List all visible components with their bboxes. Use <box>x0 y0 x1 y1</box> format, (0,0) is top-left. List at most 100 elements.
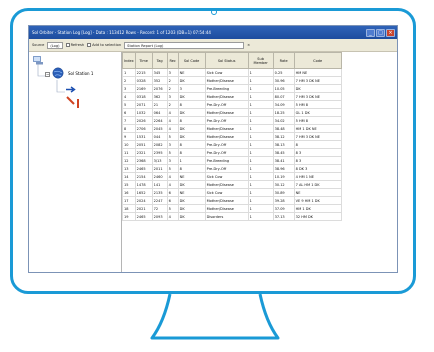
table-row[interactable]: 18 2021 72 5 DK Mother/Disease 1 37.09 HM 1 DK <box>122 204 342 213</box>
table-cell: 10.05 <box>272 84 295 93</box>
table-cell: 4 <box>166 108 179 117</box>
table-cell: 1 <box>247 84 274 93</box>
minimize-button[interactable]: _ <box>366 28 375 37</box>
table-cell: 21 <box>151 100 168 109</box>
column-header[interactable]: Rate <box>272 52 295 69</box>
table-row[interactable]: 16 1652 2135 6 NE Sick Cow 1 30.89 NE <box>122 188 342 197</box>
table-row[interactable]: 8 2706 2045 4 DK Mother/Disease 1 38.48 HM 1 DK … <box>122 124 342 133</box>
column-header[interactable]: Sol Status <box>204 52 249 69</box>
table-cell: Sick Cow <box>204 172 249 181</box>
table-cell: 32 HM DK <box>293 212 342 221</box>
table-row[interactable]: 5 2071 21 2 8 Pre-Dry-Off 1 34.09 5 HM 8 <box>122 100 342 109</box>
table-cell: 19 <box>122 212 136 221</box>
table-cell: DK <box>177 180 206 189</box>
table-cell: VE 9 HM 1 DK <box>293 196 342 205</box>
table-cell: 5 <box>166 204 179 213</box>
add-selection-toggle[interactable]: Add to selection <box>87 43 121 47</box>
table-cell: 4 <box>166 212 179 221</box>
table-cell: 3 <box>166 68 179 77</box>
table-cell: 38.96 <box>272 164 295 173</box>
table-cell: Pre-Breeding <box>204 84 249 93</box>
refresh-checkbox[interactable] <box>65 43 70 47</box>
column-header[interactable]: Rec <box>166 52 179 69</box>
table-cell: 2021 <box>134 204 153 213</box>
table-row[interactable]: 10 2051 2082 3 8 Pre-Dry-Off 1 38.13 8 <box>122 140 342 149</box>
table-cell: HM 1 DK <box>293 204 342 213</box>
tools-icon[interactable] <box>65 95 81 109</box>
refresh-toggle[interactable]: Refresh <box>65 43 84 47</box>
close-button[interactable]: × <box>386 28 395 37</box>
window-title: Sol Orbiter - Station Log [Log] - Data :… <box>32 30 211 35</box>
table-cell: 30.89 <box>272 188 295 197</box>
tree-root-label[interactable]: Sol Station 1 <box>68 71 93 76</box>
maximize-button[interactable]: □ <box>376 28 385 37</box>
table-cell: Mother/Disease <box>204 204 249 213</box>
table-row[interactable]: 9 1531 044 5 DK Mother/Disease 1 38.12 7 HM 3 DK… <box>122 132 342 141</box>
table-cell: 3 <box>122 84 136 93</box>
table-row[interactable]: 13 2465 2011 5 8 Pre-Dry-Off 1 38.96 8 DK 3 <box>122 164 342 173</box>
table-row[interactable]: 3 2169 2076 2 3 Pre-Breeding 1 10.05 DK <box>122 84 342 93</box>
table-cell: 1 <box>247 156 274 165</box>
table-cell: 2368 <box>134 156 153 165</box>
table-cell: 1 <box>247 172 274 181</box>
table-cell: 72 <box>151 204 168 213</box>
table-cell: 15 <box>122 180 136 189</box>
table-row[interactable]: 14 2154 2460 4 NE Sick Cow 1 10.19 4 HM 1 NE <box>122 172 342 181</box>
table-cell: 4 <box>166 180 179 189</box>
table-cell: 37.09 <box>272 204 295 213</box>
arrow-right-icon[interactable] <box>66 86 76 93</box>
column-header[interactable]: Index <box>122 52 136 69</box>
table-cell: 1 <box>247 196 274 205</box>
table-cell: 2076 <box>151 84 168 93</box>
table-cell: DK <box>177 108 206 117</box>
table-row[interactable]: 6 1032 064 4 DK Mother/Disease 1 18.25 GL 1 DK <box>122 108 342 117</box>
table-cell: 2071 <box>134 100 153 109</box>
table-row[interactable]: 4 0318 362 3 DK Mother/Disease 1 80.07 7 HM 3 DK… <box>122 92 342 101</box>
station-globe-icon[interactable] <box>52 67 64 79</box>
table-cell: 8 <box>177 100 206 109</box>
station-report-dropdown[interactable]: Station Report (Log) <box>124 41 245 49</box>
table-cell: 2706 <box>134 124 153 133</box>
column-header[interactable]: Code <box>293 52 342 69</box>
table-cell: 6 <box>166 196 179 205</box>
table-cell: 8 DK 3 <box>293 164 342 173</box>
table-cell: NE <box>177 68 206 77</box>
table-cell: 1 <box>247 148 274 157</box>
source-label: Source <box>32 43 45 47</box>
table-cell: DK <box>177 196 206 205</box>
table-row[interactable]: 1 2215 345 3 NE Sick Cow 1 0.25 HM NE <box>122 68 342 77</box>
toolbar-close-icon[interactable]: × <box>247 43 250 47</box>
table-cell: 8 <box>177 140 206 149</box>
table-row[interactable]: 2 0328 352 2 DK Mother/Disease 1 30.96 7 HM 3 DK… <box>122 76 342 85</box>
network-icon[interactable] <box>33 56 44 65</box>
table-cell: 37.13 <box>272 212 295 221</box>
table-row[interactable]: 12 2368 3/13 3 1 Pre-Breeding 1 38.41 8 3 <box>122 156 342 165</box>
source-dropdown[interactable]: (Log) <box>47 41 63 49</box>
table-cell: 2247 <box>151 196 168 205</box>
table-row[interactable]: 11 2321 2395 5 8 Pre-Dry-Off 1 38.45 8 3 <box>122 148 342 157</box>
table-row[interactable]: 19 2465 2093 4 DK Disorders 1 37.13 32 HM DK <box>122 212 342 221</box>
table-cell: 5 HM 8 <box>293 116 342 125</box>
table-cell: DK <box>177 92 206 101</box>
table-cell: 5 <box>122 100 136 109</box>
table-cell: 1652 <box>134 188 153 197</box>
column-header[interactable]: Time <box>134 52 153 69</box>
table-cell: 5 HM 8 <box>293 100 342 109</box>
table-cell: 2395 <box>151 148 168 157</box>
expand-toggle-icon[interactable]: − <box>45 72 50 77</box>
column-header[interactable]: Sol Code <box>177 52 206 69</box>
table-row[interactable]: 17 2024 2247 6 DK Mother/Disease 1 39.28 VE 9 HM… <box>122 196 342 205</box>
table-cell: 1 <box>247 180 274 189</box>
table-cell: 7 HM 3 DK NE <box>293 92 342 101</box>
table-cell: 1478 <box>134 180 153 189</box>
table-cell: 8 <box>122 124 136 133</box>
table-cell: 1531 <box>134 132 153 141</box>
column-header[interactable]: Tag <box>151 52 168 69</box>
table-cell: Mother/Disease <box>204 180 249 189</box>
add-selection-checkbox[interactable] <box>87 43 92 47</box>
table-cell: 17 <box>122 196 136 205</box>
table-cell: 4 <box>166 116 179 125</box>
column-header[interactable]: Sub Member <box>247 52 274 69</box>
table-row[interactable]: 15 1478 141 4 DK Mother/Disease 1 30.12 7 AL HM … <box>122 180 342 189</box>
table-row[interactable]: 7 2026 2264 4 8 Pre-Dry-Off 1 34.02 5 HM 8 <box>122 116 342 125</box>
